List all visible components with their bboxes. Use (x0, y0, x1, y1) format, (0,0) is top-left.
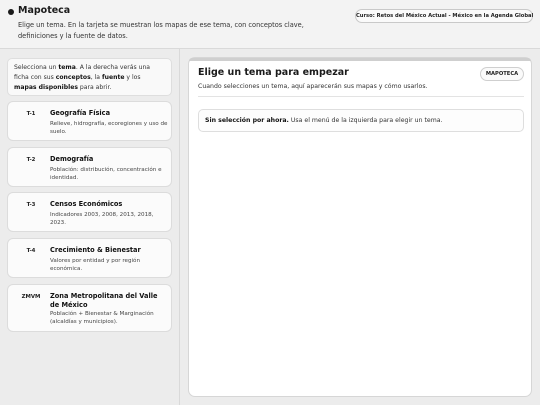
topic-code: T-2 (26, 157, 36, 163)
topic-code: T-3 (26, 202, 36, 208)
intro-text-5: para abrir. (77, 84, 112, 91)
topic-item-t1[interactable]: T-1 Geografía Física Relieve, hidrografí… (7, 101, 172, 141)
sidebar-intro: Selecciona un tema. A la derecha verás u… (7, 58, 172, 96)
panel-description: Cuando selecciones un tema, aquí aparece… (198, 83, 428, 90)
topic-name: Demografía (50, 155, 94, 163)
course-badge: Curso: Retos del México Actual - México … (355, 9, 533, 23)
mapoteca-badge: MAPOTECA (480, 67, 524, 81)
intro-text-1: Selecciona un (14, 64, 59, 71)
intro-text-4: y los (124, 74, 141, 81)
notice-text: Usa el menú de la izquierda para elegir … (288, 117, 443, 124)
bullet-icon (8, 9, 14, 15)
intro-tema: tema (58, 64, 76, 71)
topic-name: Censos Económicos (50, 200, 123, 208)
topic-item-t3[interactable]: T-3 Censos Económicos Indicadores 2003, … (7, 192, 172, 232)
topic-code: T-4 (26, 248, 36, 254)
app-title: Mapoteca (18, 5, 71, 16)
topic-name: Crecimiento & Bienestar (50, 246, 141, 254)
topic-item-zmvm[interactable]: ZMVM Zona Metropolitana del Valle de Méx… (7, 284, 172, 332)
intro-text-3: , la (90, 74, 102, 81)
panel-accent-bar (189, 58, 531, 61)
divider (198, 96, 524, 97)
topic-item-t4[interactable]: T-4 Crecimiento & Bienestar Valores por … (7, 238, 172, 278)
topic-name: Geografía Física (50, 109, 111, 117)
topic-description: Indicadores 2003, 2008, 2013, 2018, 2023… (50, 212, 154, 227)
app-header: Mapoteca Elige un tema. En la tarjeta se… (0, 0, 540, 49)
app-subtitle: Elige un tema. En la tarjeta se muestran… (18, 21, 304, 40)
topic-description: Población + Bienestar & Marginación (alc… (50, 311, 154, 326)
empty-state-notice: Sin selección por ahora. Usa el menú de … (198, 109, 524, 132)
topic-description: Relieve, hidrografía, ecoregiones y uso … (50, 121, 168, 136)
topic-code: ZMVM (21, 294, 41, 300)
topic-description: Valores por entidad y por región económi… (50, 258, 141, 273)
topic-description: Población: distribución, concentración e… (50, 167, 162, 182)
intro-mapas: mapas disponibles (14, 84, 78, 91)
topic-name: Zona Metropolitana del Valle de México (50, 292, 158, 309)
panel-title: Elige un tema para empezar (198, 67, 349, 78)
topic-detail-panel: Elige un tema para empezar MAPOTECA Cuan… (188, 57, 532, 397)
intro-fuente: fuente (101, 74, 125, 81)
notice-bold: Sin selección por ahora. (205, 117, 289, 124)
topic-item-t2[interactable]: T-2 Demografía Población: distribución, … (7, 147, 172, 187)
topic-sidebar: Selecciona un tema. A la derecha verás u… (0, 49, 180, 405)
topic-code: T-1 (26, 111, 36, 117)
intro-conceptos: conceptos (55, 74, 91, 81)
